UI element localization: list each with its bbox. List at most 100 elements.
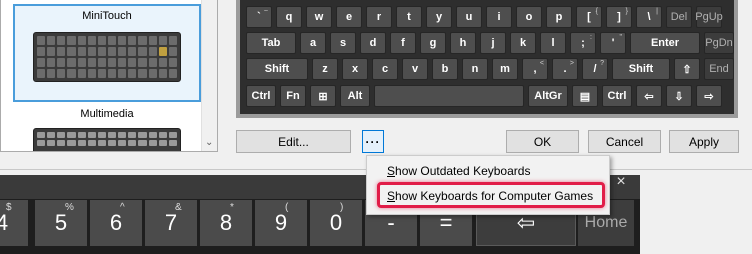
preview-key-label: ] xyxy=(617,11,621,23)
preview-key: ⇨ xyxy=(696,85,722,107)
big-key-label: 9 xyxy=(274,210,288,235)
preview-key-label: v xyxy=(411,63,419,75)
chevron-down-icon[interactable]: ⌄ xyxy=(205,137,213,148)
preview-key: \ | xyxy=(636,6,662,28)
big-key-sub: % xyxy=(65,202,74,213)
preview-key-label: Ctrl xyxy=(607,90,627,102)
menu-item-label: how Outdated Keyboards xyxy=(395,164,531,178)
preview-key-label: x xyxy=(351,63,359,75)
big-key-label: 5 xyxy=(54,210,68,235)
close-icon[interactable]: × xyxy=(608,172,634,192)
preview-key-label: b xyxy=(441,63,449,75)
keyboard-list-item-label: MiniTouch xyxy=(82,10,132,22)
preview-key: Ctrl xyxy=(246,85,276,107)
big-key-4[interactable]: 4 $ xyxy=(0,200,28,246)
preview-key-label: o xyxy=(525,11,533,23)
preview-key-label: h xyxy=(459,37,467,49)
preview-key: h xyxy=(450,32,476,54)
preview-key: . > xyxy=(552,58,578,80)
preview-key: AltGr xyxy=(528,85,568,107)
preview-key: c xyxy=(372,58,398,80)
menu-item-mnemonic: S xyxy=(387,189,396,203)
preview-key: a xyxy=(300,32,326,54)
preview-key: r xyxy=(366,6,392,28)
preview-key-label: / xyxy=(593,63,597,75)
preview-key: Ctrl xyxy=(602,85,632,107)
preview-key-sub: } xyxy=(625,8,628,15)
preview-key-label: u xyxy=(465,11,473,23)
preview-key-label: a xyxy=(309,37,317,49)
big-key-label: 7 xyxy=(164,210,178,235)
preview-key-label: ; xyxy=(581,37,585,49)
preview-key-label: c xyxy=(381,63,389,75)
preview-key: Del xyxy=(666,6,692,28)
preview-key: i xyxy=(486,6,512,28)
preview-key-label: f xyxy=(401,37,405,49)
preview-key-label: ' xyxy=(611,37,615,49)
preview-key: ` ~ xyxy=(246,6,272,28)
big-key-sub: * xyxy=(230,202,234,213)
preview-key: f xyxy=(390,32,416,54)
cancel-button[interactable]: Cancel xyxy=(588,130,661,153)
preview-key-sub: < xyxy=(539,60,544,67)
menu-item-label: how Keyboards for Computer Games xyxy=(395,189,594,203)
menu-item-mnemonic: S xyxy=(387,164,396,178)
keyboard-list-item-multimedia[interactable]: Multimedia xyxy=(13,104,201,151)
preview-key-label: Shift xyxy=(264,63,290,75)
preview-key-label: . xyxy=(563,63,567,75)
edit-button[interactable]: Edit... xyxy=(236,130,351,153)
big-key-sub: & xyxy=(175,202,182,213)
preview-key: b xyxy=(432,58,458,80)
keyboard-thumbnail xyxy=(33,32,181,82)
preview-key-label: PgDn xyxy=(705,37,733,49)
big-key-7[interactable]: 7 & xyxy=(145,200,197,246)
big-key-0[interactable]: 0) xyxy=(310,200,362,246)
preview-key-label: [ xyxy=(587,11,591,23)
preview-key-label: Ctrl xyxy=(251,90,271,102)
preview-key-label: d xyxy=(369,37,377,49)
big-key-sub: ^ xyxy=(120,202,125,213)
preview-key-label: End xyxy=(709,63,729,75)
preview-key-sub: : xyxy=(590,34,592,41)
menu-item-show-outdated-keyboards[interactable]: Show Outdated Keyboards xyxy=(387,161,530,181)
apply-button[interactable]: Apply xyxy=(669,130,739,153)
big-key-6[interactable]: 6 ^ xyxy=(90,200,142,246)
preview-key-label: w xyxy=(314,11,324,23)
preview-key-label: Shift xyxy=(628,63,654,75)
preview-key: ' " xyxy=(600,32,626,54)
preview-key: v xyxy=(402,58,428,80)
preview-key-label: ⊞ xyxy=(318,90,328,103)
preview-key: e xyxy=(336,6,362,28)
keyboard-list[interactable]: MiniTouch Multimedia ⌄ xyxy=(0,0,218,152)
preview-key-label: Enter xyxy=(650,37,680,49)
preview-key: u xyxy=(456,6,482,28)
big-key-9[interactable]: 9( xyxy=(255,200,307,246)
preview-key-label: r xyxy=(376,11,382,23)
preview-key: ;: xyxy=(570,32,596,54)
preview-key-label: i xyxy=(497,11,501,23)
preview-key: Fn xyxy=(280,85,306,107)
preview-key xyxy=(374,85,524,107)
keyboard-list-scrollbar[interactable]: ⌄ xyxy=(201,0,217,151)
more-options-button[interactable]: ··· xyxy=(362,130,384,153)
preview-key: s xyxy=(330,32,356,54)
preview-row-2: Tab a s d f g h j k l;: ' " Enter PgDn xyxy=(246,32,734,54)
preview-key: o xyxy=(516,6,542,28)
preview-key-label: s xyxy=(339,37,347,49)
preview-key-label: z xyxy=(322,63,328,75)
preview-key-label: y xyxy=(435,11,443,23)
preview-key-label: ▤ xyxy=(579,90,591,103)
big-key-label: 8 xyxy=(219,210,233,235)
big-key-8[interactable]: 8 * xyxy=(200,200,252,246)
keyboard-thumbnail xyxy=(33,128,181,151)
background-window-edge xyxy=(640,175,752,254)
preview-key: , < xyxy=(522,58,548,80)
preview-key: l xyxy=(540,32,566,54)
menu-item-show-keyboards-for-computer-games[interactable]: Show Keyboards for Computer Games xyxy=(387,186,593,206)
ok-button[interactable]: OK xyxy=(506,130,579,153)
preview-key-sub: > xyxy=(569,60,574,67)
keyboard-list-item-minitouch[interactable]: MiniTouch xyxy=(13,4,201,102)
big-key-5[interactable]: 5% xyxy=(35,200,87,246)
preview-key-label: AltGr xyxy=(534,90,562,102)
preview-key: ]} xyxy=(606,6,632,28)
